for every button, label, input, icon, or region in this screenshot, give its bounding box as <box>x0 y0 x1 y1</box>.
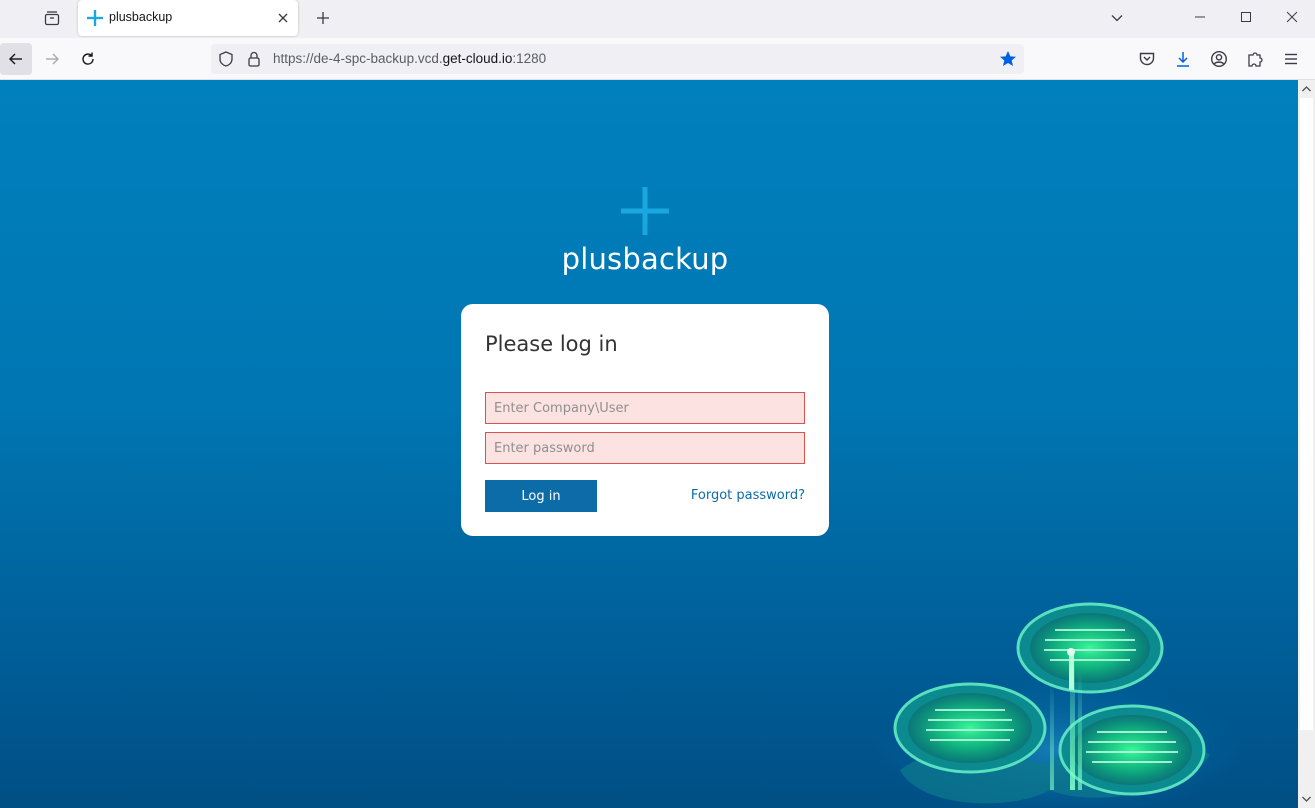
page-viewport: plusbackup Please log in Log in Forgot p… <box>0 80 1298 808</box>
url-suffix: :1280 <box>512 51 547 66</box>
scroll-up-arrow-icon[interactable] <box>1301 84 1312 94</box>
hamburger-menu-icon <box>1285 53 1297 65</box>
minimize-icon <box>1195 16 1205 18</box>
username-input[interactable] <box>485 392 805 424</box>
chevron-down-icon <box>1111 15 1123 22</box>
tab-overflow-button[interactable] <box>1104 5 1130 31</box>
maximize-button[interactable] <box>1223 0 1269 34</box>
star-icon[interactable] <box>998 49 1018 69</box>
new-tab-button[interactable] <box>310 5 336 31</box>
navigation-toolbar: https://de-4-spc-backup.vcd.get-cloud.io… <box>0 38 1315 80</box>
plus-logo-icon <box>621 187 669 235</box>
login-title: Please log in <box>485 332 618 356</box>
app-menu-button[interactable] <box>1281 49 1301 69</box>
login-button[interactable]: Log in <box>485 480 597 512</box>
pocket-button[interactable] <box>1137 49 1157 69</box>
arrow-left-icon <box>9 53 22 65</box>
tab-close-button[interactable] <box>274 9 292 27</box>
url-prefix: https://de-4-spc-backup.vcd. <box>273 51 443 66</box>
url-text[interactable]: https://de-4-spc-backup.vcd.get-cloud.io… <box>273 51 546 66</box>
reload-icon <box>82 52 94 65</box>
close-icon <box>278 13 288 23</box>
pocket-icon <box>1139 52 1155 66</box>
list-all-tabs-button[interactable] <box>38 5 66 31</box>
account-icon <box>1210 50 1228 68</box>
brand-name: plusbackup <box>561 242 729 276</box>
page-scrollbar[interactable] <box>1298 80 1315 808</box>
scroll-down-arrow-icon[interactable] <box>1301 794 1312 804</box>
data-storage-illustration <box>875 602 1240 808</box>
minimize-button[interactable] <box>1177 0 1223 34</box>
back-button[interactable] <box>0 43 32 75</box>
puzzle-icon <box>1248 52 1263 67</box>
url-host: get-cloud.io <box>442 51 513 66</box>
list-all-tabs-icon <box>44 11 60 26</box>
lock-icon[interactable] <box>245 50 263 68</box>
arrow-right-icon <box>46 53 59 65</box>
download-icon <box>1177 52 1189 67</box>
maximize-icon <box>1241 12 1251 22</box>
forgot-password-link[interactable]: Forgot password? <box>691 488 805 503</box>
forward-button[interactable] <box>36 43 68 75</box>
password-input[interactable] <box>485 432 805 464</box>
window-close-button[interactable] <box>1269 0 1315 34</box>
reload-button[interactable] <box>72 43 104 75</box>
tab-plusbackup[interactable]: plusbackup <box>78 0 298 36</box>
tab-strip: plusbackup <box>0 0 1315 38</box>
plus-icon <box>87 10 103 26</box>
shield-icon[interactable] <box>217 50 235 68</box>
scrollbar-thumb[interactable] <box>1300 98 1313 730</box>
downloads-button[interactable] <box>1173 49 1193 69</box>
plus-icon <box>317 12 329 24</box>
close-icon <box>1286 11 1298 23</box>
account-button[interactable] <box>1209 49 1229 69</box>
tab-title: plusbackup <box>109 10 173 24</box>
address-bar[interactable]: https://de-4-spc-backup.vcd.get-cloud.io… <box>211 44 1024 74</box>
login-card: Please log in Log in Forgot password? <box>461 304 829 536</box>
extensions-button[interactable] <box>1245 49 1265 69</box>
